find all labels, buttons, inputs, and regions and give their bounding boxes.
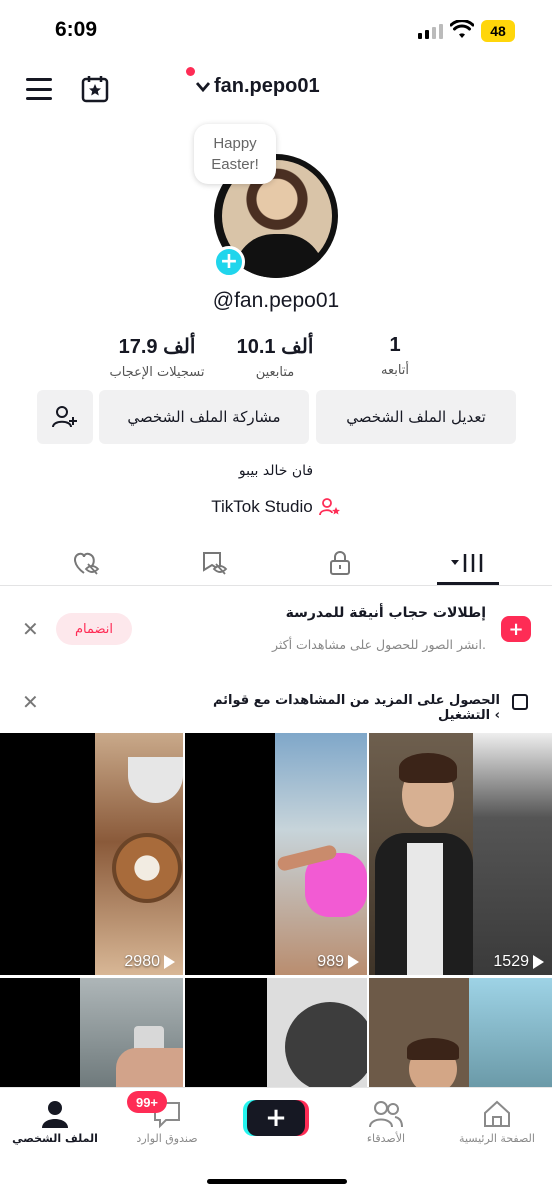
note-line-1: Happy (213, 135, 257, 152)
video-thumbnail-2[interactable]: 989 (185, 733, 367, 975)
view-count-2: 989 (185, 953, 367, 971)
share-profile-button[interactable]: مشاركة الملف الشخصي (99, 390, 309, 444)
view-count-1: 2980 (0, 953, 183, 971)
nav-home[interactable]: الصفحة الرئيسية (442, 1096, 552, 1145)
signal-icon (418, 24, 443, 39)
nav-friends-label: الأصدقاء (366, 1132, 406, 1145)
nav-friends[interactable]: الأصدقاء (331, 1096, 441, 1145)
tab-liked[interactable] (66, 548, 106, 578)
view-count-3: 1529 (369, 953, 552, 971)
note-bubble[interactable]: Happy Easter! (194, 124, 276, 184)
nav-profile-label: الملف الشخصي (12, 1132, 98, 1145)
playlist-icon (512, 694, 528, 710)
tab-reposts[interactable] (194, 548, 234, 578)
promo-subtitle: انشر الصور للحصول على مشاهدات أكثر. (271, 637, 486, 652)
stat-followers[interactable]: 10.1 ألف متابعين (210, 334, 340, 380)
video-thumbnail-1[interactable]: 2980 (0, 733, 183, 975)
stat-likes[interactable]: 17.9 ألف تسجيلات الإعجاب (92, 334, 222, 380)
profile-tabs (0, 540, 552, 586)
create-post-button[interactable]: + (247, 1100, 305, 1136)
video-thumbnail-3[interactable]: 1529 (369, 733, 552, 975)
tab-videos[interactable] (447, 548, 487, 578)
nav-home-label: الصفحة الرئيسية (459, 1132, 535, 1145)
tab-private[interactable] (320, 548, 360, 578)
followers-count: 10.1 ألف (236, 336, 314, 358)
profile-handle: @fan.pepo01 (212, 289, 340, 312)
close-promo-icon[interactable]: ✕ (22, 617, 39, 641)
join-button[interactable]: انضمام (56, 613, 132, 645)
following-count: 1 (389, 334, 401, 356)
likes-count: 17.9 ألف (118, 336, 196, 358)
lock-icon (330, 551, 350, 575)
play-icon (533, 955, 544, 969)
bookmark-eye-icon (203, 552, 228, 575)
video-thumbnail-6[interactable] (369, 978, 552, 1087)
play-icon (164, 955, 175, 969)
likes-label: تسجيلات الإعجاب (109, 365, 205, 380)
header-username: fan.pepo01 (214, 75, 320, 97)
home-indicator (207, 1179, 347, 1184)
add-friend-button[interactable] (37, 390, 93, 444)
studio-label: TikTok Studio (211, 497, 313, 516)
close-playlist-icon[interactable]: ✕ (22, 690, 39, 714)
battery-indicator: 48 (481, 20, 515, 42)
add-user-icon (52, 406, 77, 428)
note-line-2: Easter! (211, 156, 259, 173)
status-time: 6:09 (55, 18, 98, 41)
profile-bio: فان خالد بيبو (238, 463, 314, 479)
friends-icon (369, 1101, 403, 1128)
play-icon (348, 955, 359, 969)
grid-filter-icon (451, 554, 483, 572)
promo-title: إطلالات حجاب أنيقة للمدرسة (285, 605, 486, 621)
promo-plus-icon: + (501, 616, 531, 642)
account-switcher[interactable]: fan.pepo01 (195, 75, 320, 98)
calendar-star-icon[interactable] (80, 74, 110, 108)
video-thumbnail-4[interactable] (0, 978, 183, 1087)
edit-profile-button[interactable]: تعديل الملف الشخصي (316, 390, 516, 444)
video-thumbnail-5[interactable] (185, 978, 367, 1087)
nav-inbox-label: صندوق الوارد (136, 1132, 198, 1145)
notification-dot (186, 67, 195, 76)
profile-icon (42, 1101, 68, 1128)
tiktok-studio-link[interactable]: TikTok Studio (0, 497, 552, 517)
home-icon (484, 1100, 510, 1127)
inbox-badge: 99+ (127, 1091, 167, 1113)
chevron-down-icon (195, 77, 211, 96)
stat-following[interactable]: 1 أتابعه (330, 334, 460, 378)
wifi-icon (449, 19, 475, 44)
add-story-button[interactable]: + (213, 246, 245, 278)
menu-icon[interactable] (26, 78, 52, 100)
followers-label: متابعين (255, 365, 295, 380)
nav-profile[interactable]: الملف الشخصي (0, 1096, 110, 1145)
following-label: أتابعه (380, 363, 410, 378)
heart-eye-icon (74, 552, 100, 575)
playlist-prompt[interactable]: الحصول على المزيد من المشاهدات مع قوائم … (180, 693, 500, 723)
active-tab-indicator (437, 582, 499, 585)
studio-icon (318, 498, 340, 516)
